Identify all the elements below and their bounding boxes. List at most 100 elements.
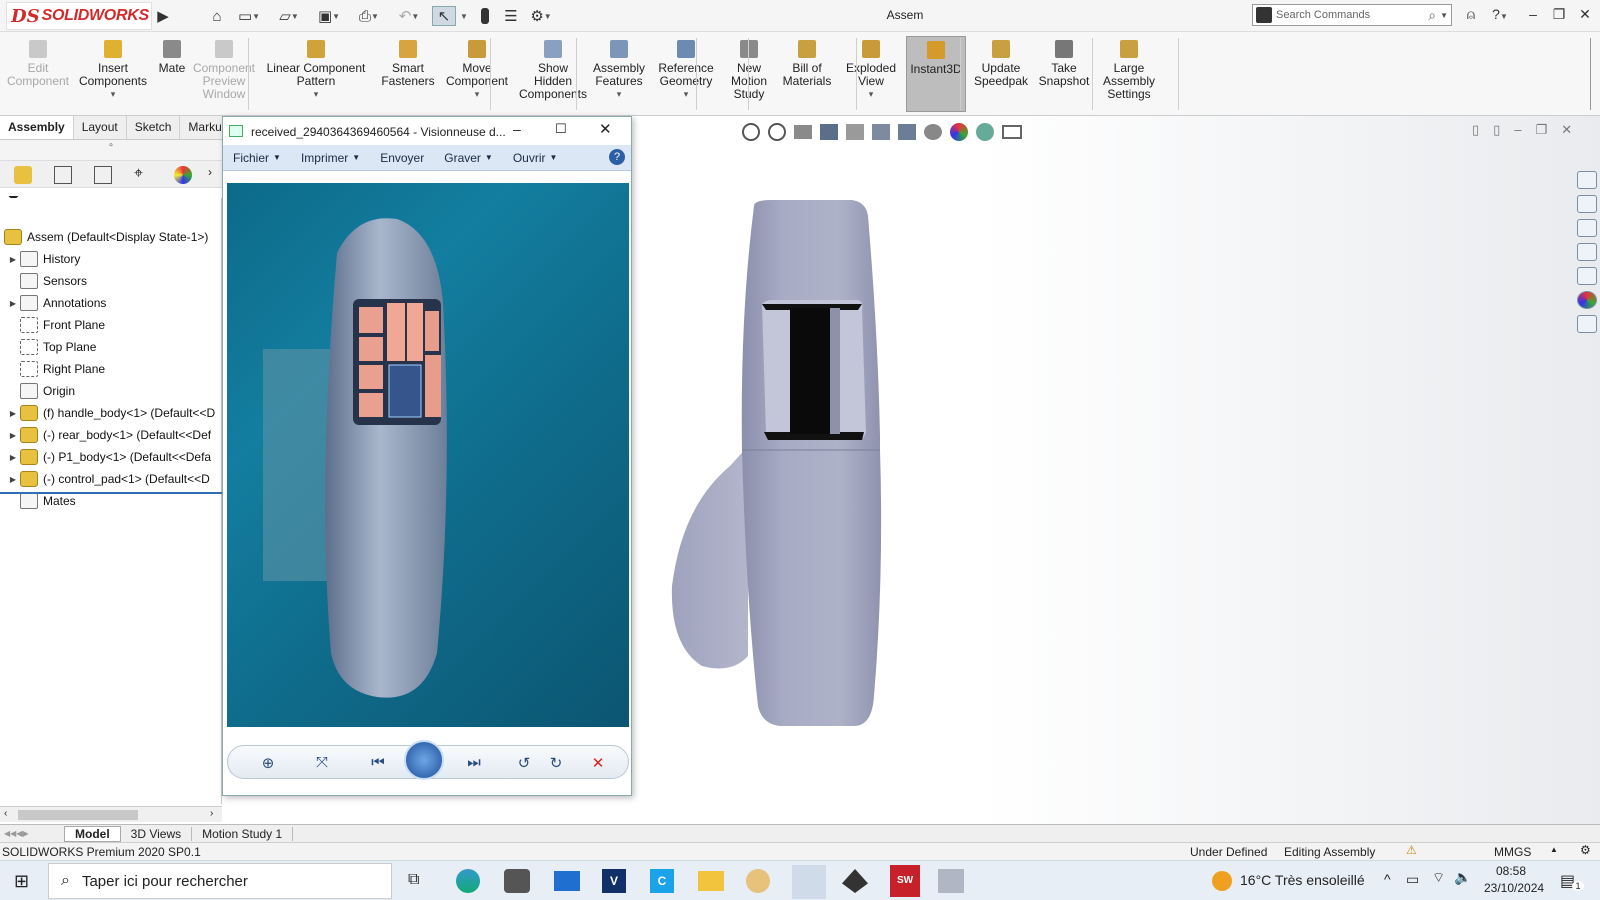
smart-fasteners-button[interactable]: Smart Fasteners [376, 40, 440, 88]
minimize-icon[interactable]: – [1522, 6, 1544, 22]
display-manager-icon[interactable] [174, 166, 192, 184]
reference-geometry-button[interactable]: Reference Geometry ▾ [650, 40, 722, 101]
select-dropdown-icon[interactable]: ▼ [458, 6, 470, 26]
tree-horizontal-scrollbar[interactable]: ‹ › [0, 806, 222, 822]
paint-icon[interactable] [746, 869, 770, 893]
restore-doc-icon[interactable]: ❐ [1536, 122, 1548, 138]
appearances-icon[interactable] [1577, 291, 1597, 309]
scroll-left-icon[interactable]: ‹ [4, 808, 7, 819]
rotate-right-icon[interactable]: ↻ [544, 754, 568, 772]
assembly-features-button[interactable]: Assembly Features ▾ [588, 40, 650, 101]
tree-item[interactable]: ▶ (-) P1_body<1> (Default<<Defa [6, 446, 211, 468]
hide-show-items-icon[interactable] [924, 124, 942, 140]
zoom-to-area-icon[interactable] [768, 123, 786, 141]
tree-item[interactable]: Right Plane [6, 358, 105, 380]
search-dropdown-icon[interactable]: ▼ [1440, 11, 1448, 20]
viewer-menu-imprimer[interactable]: Imprimer ▼ [291, 151, 370, 165]
mate-button[interactable]: Mate [152, 40, 192, 75]
tree-item[interactable]: Top Plane [6, 336, 96, 358]
user-account-icon[interactable]: ⍝ [1460, 6, 1482, 23]
clock-time[interactable]: 08:58 [1496, 864, 1526, 878]
volume-icon[interactable]: 🔈 [1454, 869, 1471, 886]
viewer-menu-envoyer[interactable]: Envoyer [370, 151, 434, 165]
exploded-view-button[interactable]: Exploded View ▾ [842, 40, 900, 101]
quick-tips-icon[interactable]: ⚙ [1580, 843, 1591, 857]
dropdown-arrow-icon[interactable]: ▾ [842, 88, 900, 101]
large-assembly-settings-button[interactable]: Large Assembly Settings [1096, 40, 1162, 101]
viewer-menu-fichier[interactable]: Fichier ▼ [223, 151, 291, 165]
viewer-close-icon[interactable]: ✕ [599, 120, 612, 138]
tab-layout[interactable]: Layout [74, 116, 127, 139]
rebuild-status-icon[interactable]: ⚠ [1406, 843, 1417, 857]
tree-root-assembly[interactable]: Assem (Default<Display State-1>) [4, 226, 208, 248]
slideshow-icon[interactable] [404, 740, 444, 780]
file-explorer-icon[interactable] [1577, 243, 1597, 261]
undo-icon[interactable]: ↶ ▼ [392, 6, 426, 26]
panel-expand-icon[interactable]: › [208, 165, 212, 179]
app-icon-last[interactable] [938, 869, 964, 893]
assembly-3d-model[interactable] [662, 196, 902, 756]
print-icon[interactable]: ⎙ ▼ [352, 6, 386, 26]
app-icon-inkscape[interactable] [842, 869, 868, 893]
dropdown-arrow-icon[interactable]: ▾ [588, 88, 650, 101]
rollback-bar[interactable] [0, 492, 222, 494]
edge-icon[interactable] [456, 869, 480, 893]
apply-scene-icon[interactable] [976, 123, 994, 141]
next-image-icon[interactable]: ⏭ [462, 754, 486, 771]
app-icon-v[interactable]: V [602, 869, 626, 893]
minimize-doc-icon[interactable]: – [1514, 122, 1521, 138]
display-style-icon[interactable] [898, 124, 916, 140]
app-icon-1[interactable] [504, 869, 530, 893]
take-snapshot-button[interactable]: Take Snapshot [1036, 40, 1092, 88]
file-explorer-taskbar-icon[interactable] [698, 871, 724, 891]
design-library-icon[interactable] [1577, 219, 1597, 237]
file-properties-icon[interactable]: ☰ [500, 6, 522, 26]
tree-item[interactable]: Sensors [6, 270, 87, 292]
close-icon[interactable]: ✕ [1574, 6, 1596, 23]
viewer-help-icon[interactable]: ? [609, 149, 625, 165]
view-orientation-icon[interactable] [872, 124, 890, 140]
save-icon[interactable]: ▣ ▼ [312, 6, 346, 26]
home-icon[interactable]: ⌂ [206, 6, 228, 26]
property-manager-icon[interactable] [54, 166, 72, 184]
dropdown-arrow-icon[interactable]: ▾ [260, 88, 372, 101]
viewer-minimize-icon[interactable]: – [513, 121, 521, 137]
tile-left-icon[interactable]: ▯ [1472, 122, 1479, 138]
mail-icon[interactable] [554, 871, 580, 891]
tree-item[interactable]: ▶ (f) handle_body<1> (Default<<D [6, 402, 215, 424]
previous-view-icon[interactable] [794, 125, 812, 139]
rotate-left-icon[interactable]: ↺ [512, 754, 536, 772]
photo-viewer-taskbar-icon[interactable] [792, 865, 826, 899]
unit-system[interactable]: MMGS [1494, 845, 1531, 859]
options-gear-icon[interactable]: ⚙ ▼ [526, 6, 556, 26]
expand-arrow-icon[interactable]: ▶ [6, 431, 20, 440]
insert-components-button[interactable]: Insert Components ▾ [74, 40, 152, 101]
bill-of-materials-button[interactable]: Bill of Materials [776, 40, 838, 88]
search-commands-input[interactable]: Search Commands ⌕ ▼ [1252, 4, 1452, 26]
actual-size-icon[interactable]: ⤧ [310, 754, 334, 771]
edit-component-button[interactable]: Edit Component [4, 40, 72, 88]
zoom-icon[interactable]: ⊕ [256, 754, 280, 772]
scroll-thumb[interactable] [18, 810, 138, 820]
tree-item[interactable]: ▶ (-) control_pad<1> (Default<<D [6, 468, 210, 490]
tab-3d-views[interactable]: 3D Views [121, 826, 193, 841]
linear-component-pattern-button[interactable]: Linear Component Pattern ▾ [260, 40, 372, 101]
delete-icon[interactable]: ✕ [586, 754, 610, 772]
tab-model[interactable]: Model [64, 825, 121, 842]
expand-arrow-icon[interactable]: ▶ [6, 255, 20, 264]
dynamic-annotation-icon[interactable] [846, 124, 864, 140]
edit-appearance-icon[interactable] [950, 123, 968, 141]
viewer-menu-graver[interactable]: Graver ▼ [434, 151, 503, 165]
tree-item[interactable]: ▶ History [6, 248, 80, 270]
view-palette-icon[interactable] [1577, 267, 1597, 285]
close-doc-icon[interactable]: ✕ [1561, 122, 1572, 138]
expand-arrow-icon[interactable]: ▶ [6, 299, 20, 308]
show-hidden-icons[interactable]: ^ [1384, 871, 1391, 887]
wifi-icon[interactable]: ⌔ [1432, 869, 1445, 887]
dropdown-arrow-icon[interactable]: ▾ [74, 88, 152, 101]
view-settings-icon[interactable] [1002, 125, 1022, 139]
taskbar-search-box[interactable]: ⌕ Taper ici pour rechercher [48, 863, 392, 899]
task-view-icon[interactable]: ⧉ [408, 871, 419, 889]
dropdown-arrow-icon[interactable]: ▾ [444, 88, 510, 101]
expand-menu-icon[interactable]: ▶ [154, 6, 172, 26]
